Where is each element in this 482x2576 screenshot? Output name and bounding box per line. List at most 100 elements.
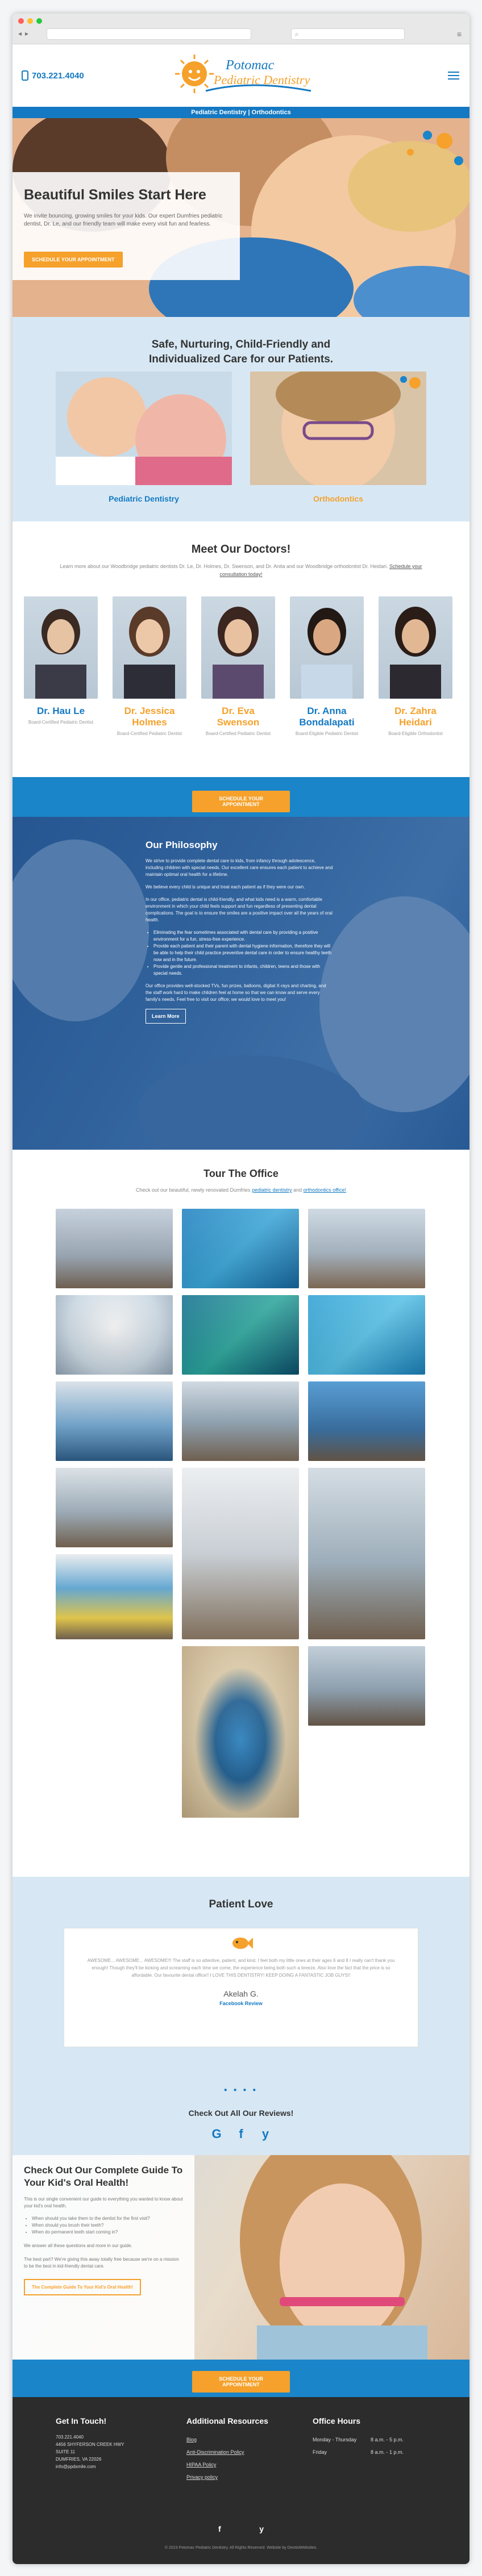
back-forward-icon[interactable]: ◂▸ (18, 30, 32, 37)
footer-link-blog[interactable]: Blog (186, 2433, 268, 2446)
guide-list: When should you take them to the dentist… (32, 2215, 183, 2236)
yelp-icon[interactable]: y (259, 2524, 264, 2533)
office-photo[interactable] (56, 1468, 173, 1547)
office-photo[interactable] (182, 1209, 299, 1288)
list-item: Provide each patient and their parent wi… (153, 943, 333, 963)
orthodontics-photo[interactable] (250, 371, 426, 485)
browser-menu-icon[interactable]: ≡ (457, 30, 462, 39)
office-photo[interactable] (182, 1295, 299, 1375)
office-photo[interactable] (308, 1646, 425, 1726)
office-photo[interactable] (182, 1468, 299, 1639)
footer-heading: Get In Touch! (56, 2416, 107, 2425)
office-photo[interactable] (308, 1209, 425, 1288)
doctor-card[interactable]: Dr. Anna Bondalapati Board-Eligible Pedi… (290, 596, 364, 737)
footer-hours: Office Hours Monday - Thursday 8 a.m. - … (313, 2416, 404, 2458)
guide-paragraph: We answer all these questions and more i… (24, 2243, 132, 2248)
office-photo[interactable] (308, 1295, 425, 1375)
footer-address: 4456 SHYFERSON CREEK HWY (56, 2442, 124, 2447)
minimize-window-icon[interactable] (27, 18, 33, 24)
logo-text-line2: Pediatric Dentistry (213, 73, 310, 87)
address-bar[interactable] (47, 28, 251, 40)
doctor-card[interactable]: Dr. Zahra Heidari Board-Eligible Orthodo… (379, 596, 452, 737)
facebook-icon[interactable]: f (218, 2524, 221, 2533)
patient-love-section: Patient Love AWESOME... AWESOME... AWESO… (13, 1877, 469, 2155)
site-logo[interactable]: Potomac Pediatric Dentistry (172, 51, 314, 101)
pediatric-dentistry-link[interactable]: Pediatric Dentistry (56, 494, 232, 503)
logo-text-line1: Potomac (225, 58, 275, 73)
hero-subtitle: We invite bouncing, growing smiles for y… (24, 213, 223, 227)
review-text: AWESOME... AWESOME... AWESOME!!! The sta… (87, 1958, 395, 1978)
header-phone-link[interactable]: 703.221.4040 (22, 70, 84, 81)
footer-social-links: f y (218, 2524, 264, 2533)
hours-time: 8 a.m. - 5 p.m. (370, 2437, 404, 2443)
philosophy-list: Eliminating the fear sometimes associate… (153, 929, 333, 977)
care-section: Safe, Nurturing, Child-Friendly and Indi… (13, 317, 469, 521)
footer-email[interactable]: info@ppdsmile.com (56, 2463, 124, 2470)
review-card: AWESOME... AWESOME... AWESOME!!! The sta… (64, 1928, 418, 2047)
office-photo[interactable] (56, 1209, 173, 1288)
schedule-appointment-button[interactable]: Schedule Your Appointment (192, 2371, 290, 2393)
tour-subtitle-text: and (293, 1187, 302, 1193)
office-photo[interactable] (56, 1295, 173, 1375)
office-photo[interactable] (182, 1646, 299, 1818)
philosophy-paragraph: Our office provides well-stocked TVs, fu… (146, 983, 326, 1002)
office-photo[interactable] (56, 1381, 173, 1461)
patient-love-title: Patient Love (209, 1898, 273, 1910)
tour-subtitle: Check out our beautiful, newly renovated… (13, 1187, 469, 1193)
footer-contact: Get In Touch! 703.221.4040 4456 SHYFERSO… (56, 2416, 124, 2470)
cta-band: Schedule Your Appointment (13, 2360, 469, 2397)
complete-guide-button[interactable]: The Complete Guide To Your Kid's Oral He… (24, 2279, 141, 2295)
review-source: Facebook Review (219, 2001, 263, 2006)
yelp-icon[interactable]: y (258, 2127, 273, 2141)
browser-chrome: ◂▸ ⌕ ≡ (13, 14, 469, 44)
google-icon[interactable]: G (209, 2127, 224, 2141)
doctor-card[interactable]: Dr. Hau Le Board-Certified Pediatric Den… (24, 596, 98, 726)
hamburger-menu-icon[interactable] (448, 72, 459, 80)
philosophy-content: Our Philosophy We strive to provide comp… (146, 840, 333, 1024)
doctor-card[interactable]: Dr. Jessica Holmes Board-Certified Pedia… (113, 596, 186, 737)
hero-title: Beautiful Smiles Start Here (24, 187, 206, 203)
schedule-appointment-button[interactable]: Schedule Your Appointment (24, 252, 123, 268)
browser-search-bar[interactable]: ⌕ (291, 28, 405, 40)
doctor-name: Dr. Eva Swenson (217, 705, 260, 728)
footer-link-anti-discrimination[interactable]: Anti-Discrimination Policy (186, 2446, 268, 2458)
oral-health-guide-section: Check Out Our Complete Guide To Your Kid… (13, 2155, 469, 2360)
sub-navigation-bar[interactable]: Pediatric Dentistry | Orthodontics (13, 107, 469, 118)
care-title: Safe, Nurturing, Child-Friendly and Indi… (13, 337, 469, 367)
cta-band: Schedule Your Appointment (13, 777, 469, 817)
footer-link-hipaa[interactable]: HIPAA Policy (186, 2458, 268, 2471)
browser-window: ◂▸ ⌕ ≡ 703.221.4040 Potomac Pediatric De… (13, 14, 469, 2564)
doctor-role: Board-Eligible Pediatric Dentist (295, 731, 359, 736)
footer-link-privacy[interactable]: Privacy policy (186, 2471, 268, 2483)
office-photo[interactable] (182, 1381, 299, 1461)
list-item: When do permanent teeth start coming in? (32, 2229, 183, 2236)
pediatric-dentistry-link[interactable]: pediatric dentistry (252, 1187, 292, 1193)
orthodontics-link[interactable]: Orthodontics (250, 494, 426, 503)
hero-text-card: Beautiful Smiles Start Here We invite bo… (13, 172, 240, 280)
doctor-role: Board-Eligible Orthodontist (388, 731, 443, 736)
philosophy-paragraph: We believe every child is unique and tre… (146, 884, 305, 890)
philosophy-section: Our Philosophy We strive to provide comp… (13, 817, 469, 1150)
facebook-icon[interactable]: f (234, 2127, 248, 2141)
doctor-photo (379, 596, 452, 699)
maximize-window-icon[interactable] (36, 18, 42, 24)
doctors-section: Meet Our Doctors! Learn more about our W… (13, 521, 469, 777)
office-photo[interactable] (308, 1468, 425, 1639)
hours-row: Monday - Thursday 8 a.m. - 5 p.m. (313, 2433, 404, 2446)
pediatric-dentistry-photo[interactable] (56, 371, 232, 485)
doctor-name: Dr. Zahra Heidari (394, 705, 437, 728)
office-photo[interactable] (308, 1381, 425, 1461)
close-window-icon[interactable] (18, 18, 24, 24)
orthodontics-office-link[interactable]: orthodontics office! (304, 1187, 346, 1193)
footer-phone[interactable]: 703.221.4040 (56, 2433, 124, 2441)
schedule-appointment-button[interactable]: Schedule Your Appointment (192, 791, 290, 812)
learn-more-button[interactable]: Learn More (146, 1009, 186, 1024)
doctor-card[interactable]: Dr. Eva Swenson Board-Certified Pediatri… (201, 596, 275, 737)
doctors-title: Meet Our Doctors! (191, 543, 291, 556)
doctor-name: Dr. Jessica Holmes (124, 705, 175, 728)
office-photo[interactable] (56, 1554, 173, 1639)
care-title-line2: Individualized Care for our Patients. (148, 353, 334, 365)
carousel-dots[interactable]: ● ● ● ● (13, 2087, 469, 2093)
doctor-photo (24, 596, 98, 699)
review-author: Akelah G. (223, 1989, 259, 1998)
